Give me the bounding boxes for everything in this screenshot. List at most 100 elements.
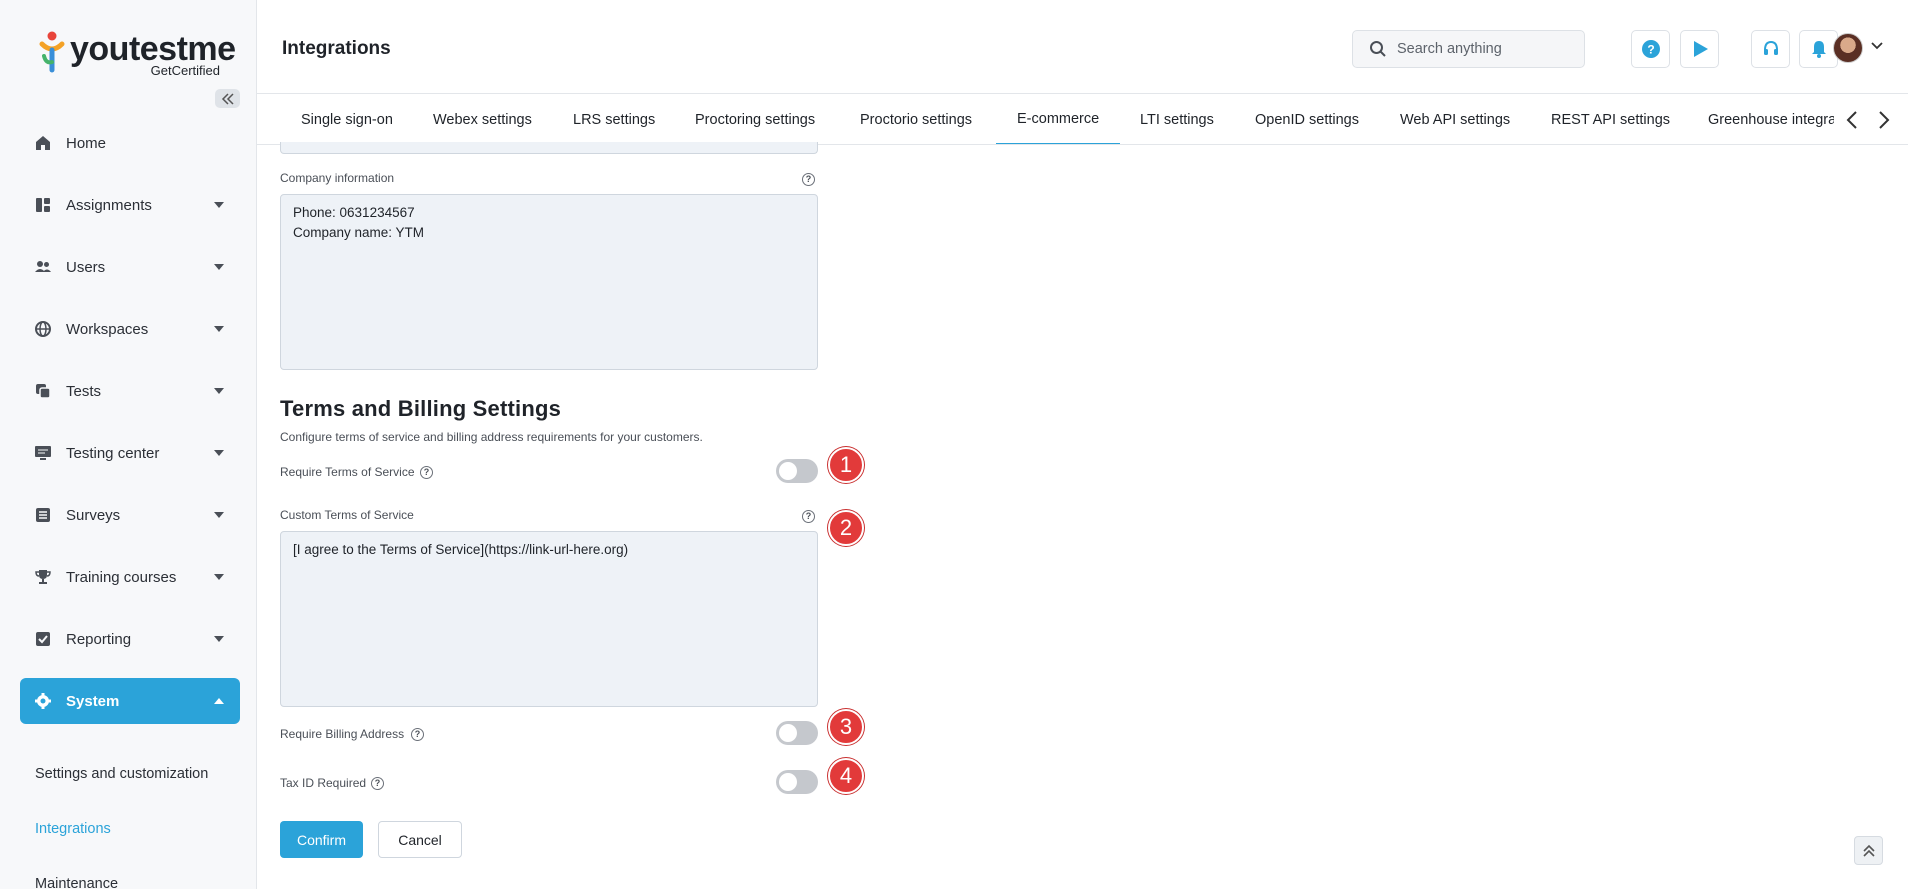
help-button[interactable]: ?: [1631, 30, 1670, 68]
home-icon: [34, 134, 52, 152]
sidebar-item-reporting[interactable]: Reporting: [20, 616, 240, 662]
tab-rest-api-settings[interactable]: REST API settings: [1551, 95, 1670, 144]
sidebar-item-label: Training courses: [66, 568, 177, 586]
tab-greenhouse-integration[interactable]: Greenhouse integra: [1708, 95, 1834, 144]
play-tutorial-button[interactable]: [1680, 30, 1719, 68]
integration-tabs: Single sign-on Webex settings LRS settin…: [257, 95, 1908, 145]
scroll-to-top-button[interactable]: [1854, 836, 1883, 865]
tax-id-label: Tax ID Required: [280, 776, 367, 790]
tab-lti-settings[interactable]: LTI settings: [1140, 95, 1214, 144]
monitor-icon: [34, 444, 52, 462]
annotation-badge-1: 1: [828, 447, 864, 483]
sidebar-item-workspaces[interactable]: Workspaces: [20, 306, 240, 352]
system-subnav: Settings and customization Integrations …: [35, 746, 245, 889]
sidebar-item-system[interactable]: System: [20, 678, 240, 724]
dashboard-icon: [34, 196, 52, 214]
confirm-button[interactable]: Confirm: [280, 821, 363, 858]
subnav-item-integrations[interactable]: Integrations: [35, 801, 245, 856]
sidebar-item-training-courses[interactable]: Training courses: [20, 554, 240, 600]
subnav-item-maintenance[interactable]: Maintenance: [35, 856, 245, 889]
section-title: Terms and Billing Settings: [280, 396, 562, 421]
double-chevron-up-icon: [1862, 844, 1875, 857]
cancel-button[interactable]: Cancel: [378, 821, 462, 858]
collapse-sidebar-button[interactable]: [215, 89, 240, 108]
help-circle-icon[interactable]: ?: [411, 728, 424, 741]
top-header: Integrations ?: [257, 0, 1908, 94]
annotation-badge-4: 4: [828, 758, 864, 794]
trophy-icon: [34, 568, 52, 586]
chevron-down-icon: [214, 574, 224, 580]
tab-single-sign-on[interactable]: Single sign-on: [301, 95, 393, 144]
chevron-down-icon: [214, 512, 224, 518]
search-input[interactable]: [1397, 41, 1567, 57]
list-icon: [34, 506, 52, 524]
sidebar-item-label: System: [66, 692, 120, 710]
require-billing-label: Require Billing Address: [280, 727, 405, 741]
sidebar-item-label: Home: [66, 134, 107, 152]
subnav-item-settings-customization[interactable]: Settings and customization: [35, 746, 245, 801]
tab-webex-settings[interactable]: Webex settings: [433, 95, 532, 144]
avatar[interactable]: [1833, 33, 1863, 63]
sidebar-item-users[interactable]: Users: [20, 244, 240, 290]
logo-mark-icon: [39, 31, 65, 73]
tab-proctoring-settings[interactable]: Proctoring settings: [695, 95, 815, 144]
gear-icon: [34, 692, 52, 710]
bell-icon: [1811, 41, 1826, 58]
tab-proctorio-settings[interactable]: Proctorio settings: [860, 95, 972, 144]
tabs-scroll-right-icon[interactable]: [1878, 110, 1890, 130]
sidebar-item-label: Surveys: [66, 506, 121, 524]
tabs-scroll-left-icon[interactable]: [1846, 110, 1858, 130]
annotation-badge-3: 3: [828, 709, 864, 745]
sidebar-item-assignments[interactable]: Assignments: [20, 182, 240, 228]
previous-field-bottom: [280, 142, 818, 154]
users-icon: [34, 258, 52, 276]
sidebar-item-tests[interactable]: Tests: [20, 368, 240, 414]
svg-text:?: ?: [1647, 43, 1654, 57]
company-info-label: Company information: [280, 171, 395, 185]
chevron-down-icon: [214, 264, 224, 270]
chevron-down-icon: [214, 326, 224, 332]
custom-tos-textarea[interactable]: [I agree to the Terms of Service](https:…: [280, 531, 818, 707]
tab-openid-settings[interactable]: OpenID settings: [1255, 95, 1359, 144]
chevron-down-icon: [214, 388, 224, 394]
copy-icon: [34, 382, 52, 400]
sidebar-item-home[interactable]: Home: [20, 120, 240, 166]
tax-id-toggle[interactable]: [776, 770, 818, 794]
globe-icon: [34, 320, 52, 338]
e-commerce-form: Company information ? Phone: 0631234567 …: [257, 142, 1908, 889]
sidebar: youtestme GetCertified Home Assignments …: [0, 0, 257, 889]
sidebar-item-surveys[interactable]: Surveys: [20, 492, 240, 538]
sidebar-item-label: Testing center: [66, 444, 160, 462]
tab-e-commerce[interactable]: E-commerce: [996, 95, 1121, 144]
company-info-textarea[interactable]: Phone: 0631234567 Company name: YTM: [280, 194, 818, 370]
search-box[interactable]: [1352, 30, 1585, 68]
sidebar-nav: Home Assignments Users Workspaces Tests …: [20, 120, 240, 740]
chevron-down-icon: [214, 636, 224, 642]
tab-web-api-settings[interactable]: Web API settings: [1400, 95, 1510, 144]
chevron-up-icon: [214, 698, 224, 704]
sidebar-item-label: Workspaces: [66, 320, 149, 338]
help-circle-icon[interactable]: ?: [802, 510, 815, 523]
require-tos-label: Require Terms of Service: [280, 465, 415, 479]
chevron-down-icon: [214, 450, 224, 456]
sidebar-item-testing-center[interactable]: Testing center: [20, 430, 240, 476]
search-icon: [1370, 41, 1386, 57]
custom-tos-label: Custom Terms of Service: [280, 508, 414, 522]
sidebar-item-label: Reporting: [66, 630, 132, 648]
page-title: Integrations: [282, 38, 391, 59]
require-billing-toggle[interactable]: [776, 721, 818, 745]
support-button[interactable]: [1751, 30, 1790, 68]
chevron-down-icon[interactable]: [1871, 42, 1883, 50]
double-chevron-left-icon: [221, 92, 234, 105]
help-circle-icon[interactable]: ?: [420, 466, 433, 479]
section-description: Configure terms of service and billing a…: [280, 430, 703, 444]
help-icon: ?: [1641, 40, 1660, 58]
check-square-icon: [34, 630, 52, 648]
logo-subtitle: GetCertified: [150, 63, 220, 78]
tab-lrs-settings[interactable]: LRS settings: [573, 95, 655, 144]
logo[interactable]: youtestme GetCertified: [36, 26, 236, 82]
help-circle-icon[interactable]: ?: [371, 777, 384, 790]
help-circle-icon[interactable]: ?: [802, 173, 815, 186]
sidebar-item-label: Tests: [66, 382, 102, 400]
require-tos-toggle[interactable]: [776, 459, 818, 483]
